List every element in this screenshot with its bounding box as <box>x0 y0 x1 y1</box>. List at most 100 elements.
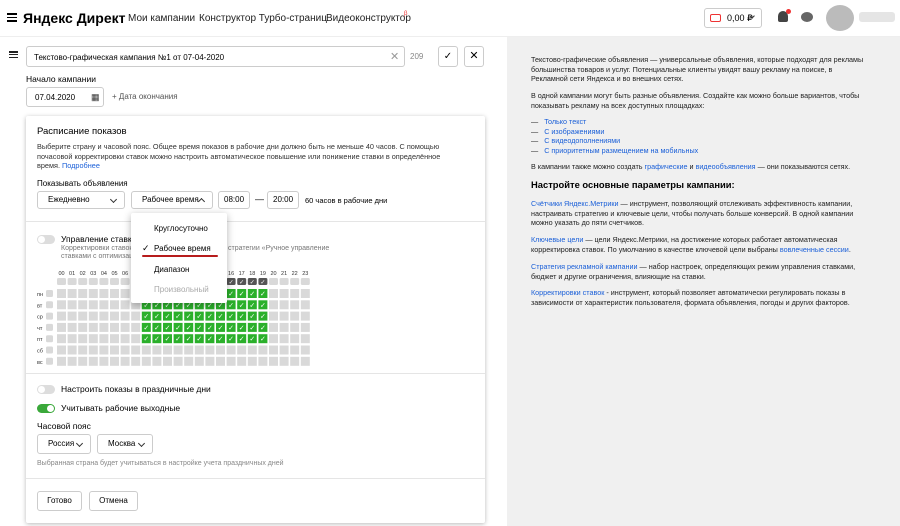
hour-cell[interactable] <box>290 345 300 355</box>
menu-icon[interactable] <box>7 13 17 22</box>
hour-cell[interactable] <box>99 334 109 344</box>
hour-column-toggle[interactable] <box>88 278 98 285</box>
hour-cell[interactable] <box>173 345 183 355</box>
holidays-toggle[interactable] <box>37 385 55 394</box>
hour-cell[interactable] <box>120 345 130 355</box>
time-to-input[interactable]: 20:00 <box>267 191 299 209</box>
hour-cell[interactable] <box>78 345 88 355</box>
hour-cell[interactable] <box>269 322 278 332</box>
hour-cell[interactable] <box>88 334 98 344</box>
end-date-link[interactable]: + Дата окончания <box>112 92 178 101</box>
day-row-toggle[interactable] <box>46 312 53 320</box>
hour-cell[interactable] <box>152 356 162 366</box>
hour-cell[interactable] <box>120 334 130 344</box>
hour-column-toggle[interactable] <box>78 278 88 285</box>
hour-cell[interactable] <box>279 289 289 298</box>
help-link-images[interactable]: С изображениями <box>544 127 604 136</box>
calendar-icon[interactable]: ▦ <box>91 92 100 103</box>
hour-cell[interactable] <box>194 356 204 366</box>
hour-cell[interactable] <box>258 356 268 366</box>
balance-button[interactable]: 0,00 ₽ <box>704 8 762 28</box>
day-row-toggle[interactable] <box>46 301 53 309</box>
hour-cell[interactable] <box>88 300 98 310</box>
hour-cell[interactable] <box>99 300 109 310</box>
hour-cell[interactable] <box>67 289 77 298</box>
help-link-goals[interactable]: Ключевые цели <box>531 235 583 244</box>
hour-column-toggle[interactable] <box>110 278 119 285</box>
bid-management-toggle[interactable] <box>37 235 55 244</box>
hour-cell[interactable] <box>57 289 66 298</box>
hour-column-toggle[interactable] <box>57 278 66 285</box>
start-date-input[interactable]: 07.04.2020 ▦ <box>26 87 104 107</box>
hour-cell[interactable] <box>88 345 98 355</box>
hour-cell[interactable] <box>57 334 66 344</box>
hour-cell[interactable] <box>216 356 225 366</box>
hour-cell[interactable] <box>67 345 77 355</box>
hour-cell[interactable] <box>78 334 88 344</box>
hour-column-toggle[interactable] <box>279 278 289 285</box>
hour-cell[interactable] <box>67 334 77 344</box>
confirm-button[interactable]: ✓ <box>438 46 458 67</box>
hour-cell[interactable] <box>141 345 151 355</box>
hour-cell[interactable] <box>300 334 310 344</box>
hour-cell[interactable] <box>269 345 278 355</box>
username[interactable] <box>859 12 895 22</box>
hour-cell[interactable] <box>152 345 162 355</box>
hour-cell[interactable] <box>120 289 130 298</box>
hour-cell[interactable] <box>205 345 215 355</box>
hour-column-toggle[interactable] <box>300 278 310 285</box>
dropdown-item-working-hours[interactable]: Рабочее время <box>154 244 211 253</box>
hour-cell[interactable] <box>110 356 119 366</box>
logo[interactable]: Яндекс Директ <box>23 10 125 26</box>
hour-column-toggle[interactable] <box>120 278 130 285</box>
hour-cell[interactable] <box>300 345 310 355</box>
cancel-name-button[interactable]: ✕ <box>464 46 484 67</box>
mode-select[interactable]: Рабочее время <box>131 191 213 209</box>
bell-icon[interactable] <box>778 9 791 22</box>
hour-cell[interactable] <box>226 356 236 366</box>
hour-cell[interactable] <box>57 356 66 366</box>
day-row-toggle[interactable] <box>46 346 53 354</box>
hour-cell[interactable] <box>269 289 278 298</box>
hour-cell[interactable] <box>131 345 141 355</box>
hour-cell[interactable] <box>67 322 77 332</box>
workdays-toggle[interactable] <box>37 404 55 413</box>
hour-cell[interactable] <box>78 356 88 366</box>
hour-cell[interactable] <box>120 300 130 310</box>
dropdown-item-range[interactable]: Диапазон <box>154 265 189 274</box>
city-select[interactable]: Москва <box>97 434 153 454</box>
hour-cell[interactable] <box>290 356 300 366</box>
hour-cell[interactable] <box>67 356 77 366</box>
hour-cell[interactable] <box>163 356 172 366</box>
days-select[interactable]: Ежедневно <box>37 191 125 209</box>
hour-cell[interactable] <box>78 289 88 298</box>
help-link-text-only[interactable]: Только текст <box>544 117 586 126</box>
time-from-input[interactable]: 08:00 <box>218 191 250 209</box>
hour-cell[interactable] <box>279 345 289 355</box>
hour-cell[interactable] <box>110 289 119 298</box>
hour-cell[interactable] <box>99 345 109 355</box>
day-row-toggle[interactable] <box>46 335 53 343</box>
hour-cell[interactable] <box>120 356 130 366</box>
hour-cell[interactable] <box>163 345 172 355</box>
hour-cell[interactable] <box>205 356 215 366</box>
hour-cell[interactable] <box>99 289 109 298</box>
hour-cell[interactable] <box>279 356 289 366</box>
hour-cell[interactable] <box>300 356 310 366</box>
help-link-metrika[interactable]: Счётчики Яндекс.Метрики <box>531 199 619 208</box>
hour-cell[interactable] <box>194 345 204 355</box>
hour-cell[interactable] <box>57 311 66 321</box>
hour-cell[interactable] <box>269 311 278 321</box>
hour-cell[interactable] <box>67 300 77 310</box>
hour-cell[interactable] <box>57 345 66 355</box>
hour-cell[interactable] <box>290 311 300 321</box>
hour-cell[interactable] <box>173 356 183 366</box>
day-row-toggle[interactable] <box>46 323 53 331</box>
avatar[interactable] <box>826 5 854 31</box>
hour-cell[interactable] <box>279 311 289 321</box>
hour-cell[interactable] <box>88 356 98 366</box>
hour-cell[interactable] <box>290 300 300 310</box>
hour-column-toggle[interactable] <box>269 278 278 285</box>
hour-cell[interactable] <box>290 334 300 344</box>
hour-cell[interactable] <box>57 300 66 310</box>
